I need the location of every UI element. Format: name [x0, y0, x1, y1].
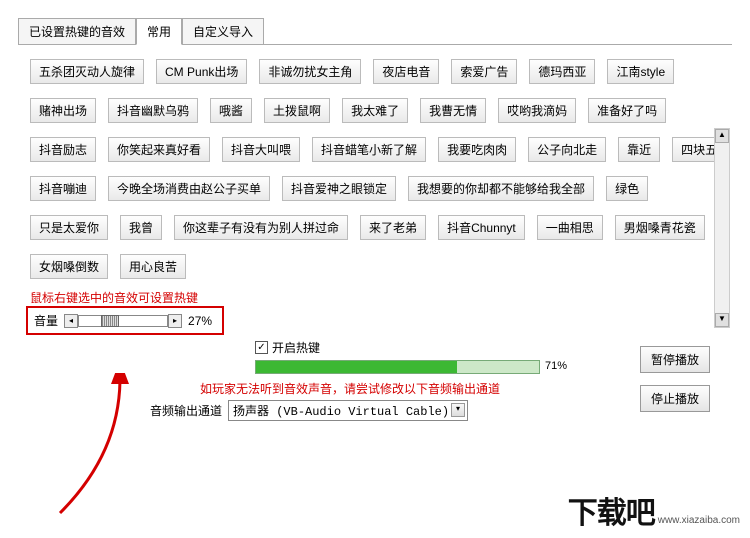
sound-tag[interactable]: 德玛西亚 [529, 59, 595, 84]
progress-bar [255, 360, 540, 374]
progress-row: 71% [255, 360, 575, 374]
sound-tag[interactable]: 用心良苦 [120, 254, 186, 279]
watermark: 下载吧 www.xiazaiba.com [568, 488, 740, 532]
sound-tag[interactable]: 准备好了吗 [588, 98, 666, 123]
audio-output-row: 音频输出通道 扬声器 (VB-Audio Virtual Cable) ▾ [150, 400, 468, 421]
sound-tag[interactable]: 只是太爱你 [30, 215, 108, 240]
scroll-up-icon[interactable]: ▲ [715, 129, 729, 143]
sound-tag[interactable]: 靠近 [618, 137, 660, 162]
pause-button[interactable]: 暂停播放 [640, 346, 710, 373]
sound-tag[interactable]: 男烟嗓青花瓷 [615, 215, 705, 240]
sound-tag-grid: 五杀团灭动人旋律 CM Punk出场非诚勿扰女主角夜店电音索爱广告德玛西亚江南st… [30, 59, 734, 279]
sound-tag[interactable]: 抖音大叫喂 [222, 137, 300, 162]
sound-tag[interactable]: 五杀团灭动人旋律 [30, 59, 144, 84]
sound-tag[interactable]: 抖音Chunnyt [438, 215, 525, 240]
tab-hotkey-sounds[interactable]: 已设置热键的音效 [18, 18, 136, 45]
volume-control: 音量 ◂ ▸ 27% [30, 310, 220, 331]
sound-tag[interactable]: 我太难了 [342, 98, 408, 123]
volume-value: 27% [188, 314, 212, 328]
audio-output-value: 扬声器 (VB-Audio Virtual Cable) [233, 405, 449, 419]
sound-tag[interactable]: 哎哟我滴妈 [498, 98, 576, 123]
sound-tag[interactable]: 抖音蜡笔小新了解 [312, 137, 426, 162]
sound-tag[interactable]: 我曾 [120, 215, 162, 240]
volume-label: 音量 [34, 312, 58, 329]
enable-hotkey-checkbox[interactable]: ✓ [255, 341, 268, 354]
sound-tag[interactable]: 绿色 [606, 176, 648, 201]
sound-tag[interactable]: 今晚全场消费由赵公子买单 [108, 176, 270, 201]
sound-tag[interactable]: 我要吃肉肉 [438, 137, 516, 162]
sound-tag[interactable]: 你这辈子有没有为别人拼过命 [174, 215, 348, 240]
sound-tag[interactable]: 我想要的你却都不能够给我全部 [408, 176, 594, 201]
audio-tip-text: 如玩家无法听到音效声音，请尝试修改以下音频输出通道 [200, 380, 500, 397]
check-icon: ✓ [257, 343, 265, 353]
sound-tag[interactable]: 索爱广告 [451, 59, 517, 84]
sound-tag[interactable]: 土拨鼠啊 [264, 98, 330, 123]
sound-tag[interactable]: CM Punk出场 [156, 59, 247, 84]
sound-tag[interactable]: 哦酱 [210, 98, 252, 123]
sound-tag[interactable]: 我曹无情 [420, 98, 486, 123]
sound-tag[interactable]: 女烟嗓倒数 [30, 254, 108, 279]
scrollbar[interactable]: ▲ ▼ [714, 128, 730, 328]
tab-common[interactable]: 常用 [136, 18, 182, 45]
volume-decrease-icon[interactable]: ◂ [64, 314, 78, 328]
sound-tag[interactable]: 抖音幽默乌鸦 [108, 98, 198, 123]
hotkey-tip-text: 鼠标右键选中的音效可设置热键 [30, 289, 750, 306]
sound-tag[interactable]: 夜店电音 [373, 59, 439, 84]
volume-slider[interactable] [78, 315, 168, 327]
sound-tag[interactable]: 江南style [607, 59, 674, 84]
annotation-arrow-icon [50, 373, 170, 523]
sound-tag[interactable]: 一曲相思 [537, 215, 603, 240]
tabstrip: 已设置热键的音效 常用 自定义导入 [18, 18, 750, 45]
enable-hotkey-label: 开启热键 [272, 339, 320, 356]
dropdown-arrow-icon[interactable]: ▾ [451, 403, 465, 417]
volume-thumb[interactable] [101, 315, 119, 327]
sound-tag[interactable]: 赌神出场 [30, 98, 96, 123]
audio-output-select[interactable]: 扬声器 (VB-Audio Virtual Cable) ▾ [228, 400, 468, 421]
sound-tag[interactable]: 公子向北走 [528, 137, 606, 162]
stop-button[interactable]: 停止播放 [640, 385, 710, 412]
tab-custom-import[interactable]: 自定义导入 [182, 18, 264, 45]
sound-tag[interactable]: 抖音励志 [30, 137, 96, 162]
sound-tag[interactable]: 非诚勿扰女主角 [259, 59, 361, 84]
watermark-sub: www.xiazaiba.com [658, 515, 740, 526]
hotkey-toggle-row: ✓ 开启热键 [255, 339, 320, 356]
audio-output-label: 音频输出通道 [150, 402, 222, 419]
volume-increase-icon[interactable]: ▸ [168, 314, 182, 328]
sound-tag[interactable]: 抖音嘣迪 [30, 176, 96, 201]
progress-percent: 71% [545, 360, 567, 372]
side-button-group: 暂停播放 停止播放 [640, 346, 710, 412]
sound-tag[interactable]: 你笑起来真好看 [108, 137, 210, 162]
sound-tag[interactable]: 抖音爱神之眼锁定 [282, 176, 396, 201]
sound-tag[interactable]: 来了老弟 [360, 215, 426, 240]
watermark-main: 下载吧 [568, 488, 655, 532]
scroll-down-icon[interactable]: ▼ [715, 313, 729, 327]
progress-fill [256, 361, 457, 373]
